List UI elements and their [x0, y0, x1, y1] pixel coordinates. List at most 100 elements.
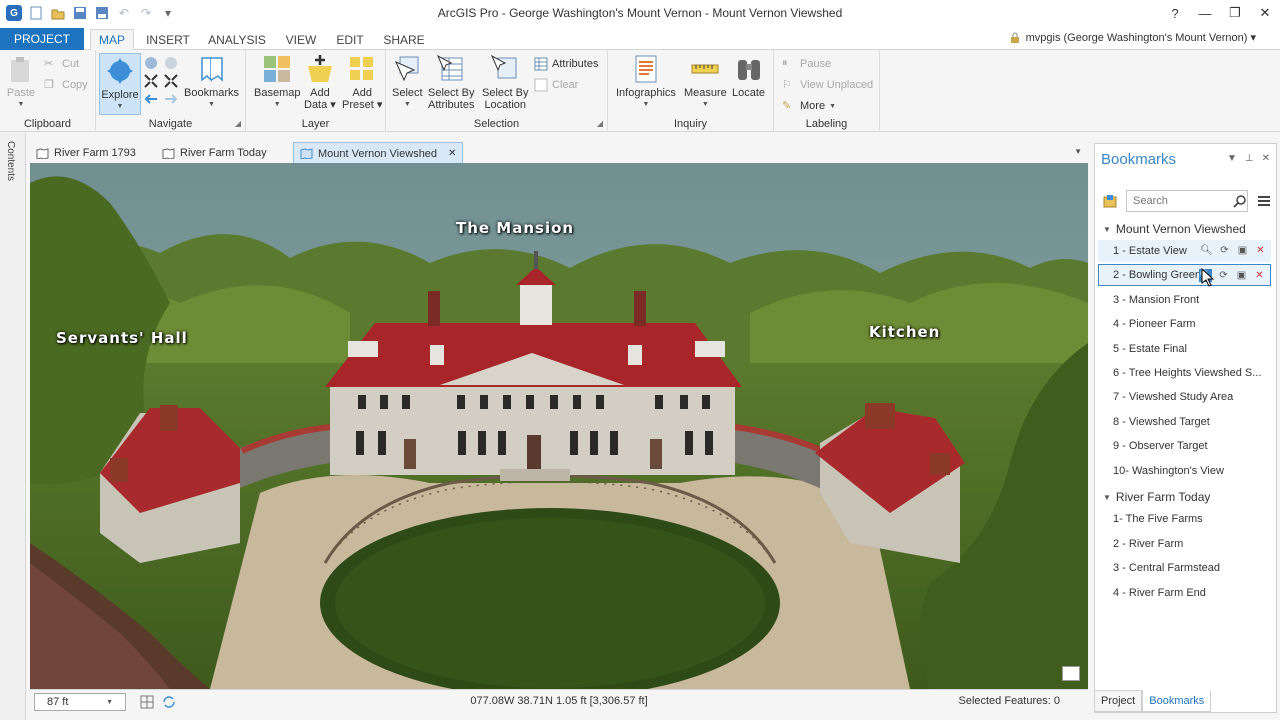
open-folder-icon[interactable] [50, 5, 66, 21]
globe-icon[interactable] [144, 56, 158, 70]
contents-label: Contents [5, 141, 16, 182]
pause-labeling-button[interactable]: ⏸ Pause [782, 56, 831, 72]
search-icon[interactable] [1233, 194, 1247, 208]
select-by-location-button[interactable]: Select By Location [482, 54, 528, 111]
hamburger-menu-icon[interactable] [1257, 195, 1271, 207]
bookmark-item[interactable]: 1 - Estate View 🔍︎ ⟳ ▣ ✕ [1098, 240, 1271, 262]
redo-icon[interactable]: ↷ [138, 5, 154, 21]
tab-project-pane[interactable]: Project [1094, 690, 1143, 712]
zoom-in-arrows-icon[interactable] [144, 74, 158, 88]
view-tab-mount-vernon-viewshed[interactable]: Mount Vernon Viewshed ✕ [293, 142, 464, 164]
user-account[interactable]: mvpgis (George Washington's Mount Vernon… [1010, 31, 1256, 44]
chevron-down-icon: ▼ [1103, 492, 1111, 502]
bookmark-item[interactable]: 3 - Mansion Front [1098, 289, 1271, 311]
bookmark-item[interactable]: 4 - Pioneer Farm [1098, 313, 1271, 335]
pane-options-icon[interactable]: ▼ [1227, 153, 1237, 164]
pin-icon[interactable]: ⊥ [1245, 153, 1254, 164]
bookmark-item[interactable]: 6 - Tree Heights Viewshed S... [1098, 362, 1271, 384]
close-pane-icon[interactable]: ✕ [1262, 153, 1270, 164]
tab-project[interactable]: PROJECT [0, 28, 84, 50]
minimize-button[interactable]: — [1190, 0, 1220, 26]
add-data-button[interactable]: Add Data ▾ [304, 54, 336, 111]
help-button[interactable]: ? [1160, 0, 1190, 26]
tab-map[interactable]: MAP [90, 29, 134, 51]
bookmark-item[interactable]: 8 - Viewshed Target [1098, 411, 1271, 433]
locate-button[interactable]: Locate [732, 54, 765, 99]
chevron-down-icon: ▼ [642, 101, 650, 108]
fixed-zoom-icon[interactable] [164, 56, 178, 70]
tab-share[interactable]: SHARE [380, 29, 428, 50]
delete-icon[interactable]: ✕ [1254, 244, 1267, 257]
view-unplaced-button[interactable]: ⚐ View Unplaced [782, 77, 873, 93]
update-bookmark-icon[interactable]: ⟳ [1218, 244, 1231, 257]
close-tab-icon[interactable]: ✕ [448, 148, 456, 159]
zoom-to-icon[interactable]: 🔍︎ [1200, 244, 1213, 257]
zoom-out-arrows-icon[interactable] [164, 74, 178, 88]
scene-view[interactable]: The Mansion Servants' Hall Kitchen [30, 163, 1088, 689]
bookmark-item[interactable]: 5 - Estate Final [1098, 338, 1271, 360]
bookmark-item-selected[interactable]: 2 - Bowling Green 🔍︎ ⟳ ▣ ✕ [1098, 264, 1271, 286]
infographics-button[interactable]: Infographics ▼ [616, 54, 676, 111]
basemap-button[interactable]: Basemap ▼ [254, 54, 300, 111]
save-thumbnail-icon[interactable]: ▣ [1236, 244, 1249, 257]
view-tab-river-farm-1793[interactable]: River Farm 1793 [30, 142, 142, 164]
view-unplaced-label: View Unplaced [800, 79, 874, 91]
select-by-attributes-button[interactable]: Select By Attributes [428, 54, 474, 111]
bookmark-item[interactable]: 4 - River Farm End [1098, 582, 1271, 604]
bookmark-item[interactable]: 3 - Central Farmstead [1098, 557, 1271, 579]
measure-button[interactable]: Measure ▼ [684, 54, 727, 111]
tab-bookmarks-pane[interactable]: Bookmarks [1142, 690, 1212, 712]
bookmark-item[interactable]: 7 - Viewshed Study Area [1098, 386, 1271, 408]
maximize-button[interactable]: ❐ [1220, 0, 1250, 26]
cut-button[interactable]: ✂ Cut [44, 56, 79, 72]
dialog-launcher-icon[interactable]: ◢ [597, 119, 603, 128]
map-notification-icon[interactable] [1062, 666, 1080, 681]
bookmark-item[interactable]: 9 - Observer Target [1098, 435, 1271, 457]
bookmark-item[interactable]: 1- The Five Farms [1098, 508, 1271, 530]
view-tab-label: River Farm 1793 [54, 147, 136, 159]
copy-button[interactable]: ❐ Copy [44, 77, 88, 93]
forward-arrow-icon[interactable] [164, 92, 178, 106]
paste-button[interactable]: Paste ▼ [6, 54, 36, 111]
more-labeling-button[interactable]: ✎ More ▼ [782, 98, 836, 114]
paste-icon [11, 57, 29, 82]
bookmark-item[interactable]: 10- Washington's View [1098, 460, 1271, 482]
locate-label: Locate [732, 87, 766, 99]
save-as-icon[interactable] [94, 5, 110, 21]
tab-analysis[interactable]: ANALYSIS [204, 29, 270, 50]
inquiry-group-label: Inquiry [673, 118, 708, 130]
tab-insert[interactable]: INSERT [140, 29, 196, 50]
bookmarks-button[interactable]: Bookmarks ▼ [184, 54, 239, 111]
update-bookmark-icon[interactable]: ⟳ [1217, 269, 1230, 282]
bookmark-group-name: River Farm Today [1115, 490, 1211, 504]
map-label-kitchen: Kitchen [869, 323, 941, 341]
new-project-icon[interactable] [28, 5, 44, 21]
save-icon[interactable] [72, 5, 88, 21]
tab-view[interactable]: VIEW [280, 29, 322, 50]
tab-edit[interactable]: EDIT [332, 29, 368, 50]
view-tab-river-farm-today[interactable]: River Farm Today [156, 142, 273, 164]
dialog-launcher-icon[interactable]: ◢ [235, 119, 241, 128]
bookmark-group-header[interactable]: ▼ Mount Vernon Viewshed [1103, 222, 1246, 236]
contents-pane-collapsed[interactable]: Contents [0, 133, 26, 720]
attributes-button[interactable]: Attributes [534, 56, 598, 72]
selection-group-label: Selection [473, 118, 520, 130]
bookmark-item[interactable]: 2 - River Farm [1098, 533, 1271, 555]
bookmark-search-input[interactable] [1126, 190, 1248, 212]
bookmark-group-header[interactable]: ▼ River Farm Today [1103, 490, 1210, 504]
delete-icon[interactable]: ✕ [1253, 269, 1266, 282]
select-button[interactable]: Select ▼ [392, 54, 423, 111]
undo-icon[interactable]: ↶ [116, 5, 132, 21]
explore-button[interactable]: Explore ▼ [99, 53, 141, 115]
add-preset-button[interactable]: Add Preset ▾ [342, 54, 382, 111]
clear-selection-button[interactable]: Clear [534, 77, 578, 93]
tab-list-dropdown-icon[interactable]: ▼ [1074, 147, 1082, 156]
back-arrow-icon[interactable] [144, 92, 158, 106]
close-button[interactable]: ✕ [1250, 0, 1280, 26]
save-thumbnail-icon[interactable]: ▣ [1235, 269, 1248, 282]
bookmarks-pane: Bookmarks ▼ ⊥ ✕ ▼ Mount Vernon Viewshed … [1094, 143, 1277, 713]
labeling-group: ⏸ Pause ⚐ View Unplaced ✎ More ▼ Labelin… [774, 50, 880, 132]
arcgis-pro-window: G ↶ ↷ ▾ ArcGIS Pro - George Washington's… [0, 0, 1280, 720]
customize-qat-icon[interactable]: ▾ [160, 5, 176, 21]
new-bookmark-icon[interactable] [1103, 194, 1117, 208]
